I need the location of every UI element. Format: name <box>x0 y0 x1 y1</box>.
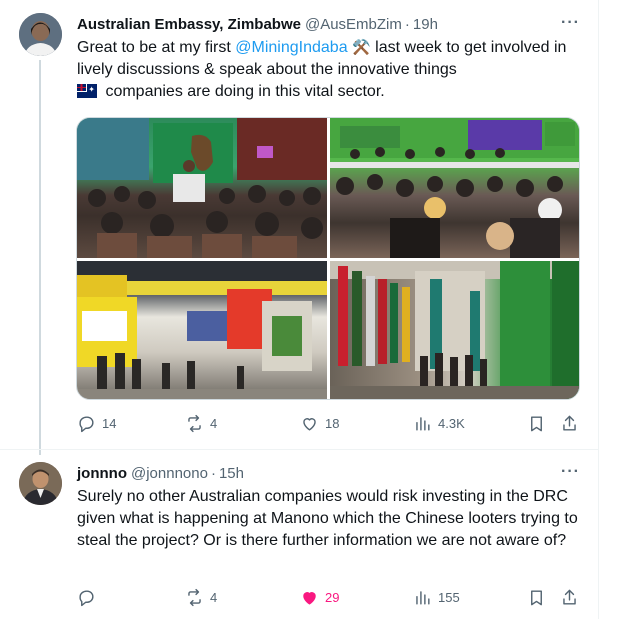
author-handle[interactable]: @jonnnono <box>131 465 208 482</box>
media-grid <box>76 117 580 400</box>
repost-icon <box>188 588 201 606</box>
mention-link[interactable]: @MiningIndaba <box>235 39 347 56</box>
views-chart-icon <box>416 590 430 605</box>
tweet-text: Surely no other Australian companies wou… <box>77 488 578 549</box>
tweet-actions: 14 4 18 4.3K <box>77 413 580 433</box>
photo-content <box>77 118 327 258</box>
photo-panel-discussion[interactable] <box>330 118 579 258</box>
more-options-icon[interactable]: ··· <box>561 14 580 32</box>
avatar[interactable] <box>19 462 62 505</box>
share-icon <box>563 589 576 605</box>
repost-button[interactable]: 4 <box>185 413 217 433</box>
photo-flags-corridor[interactable] <box>330 261 579 399</box>
views-button[interactable]: 155 <box>413 587 460 607</box>
timestamp[interactable]: 15h <box>219 465 244 482</box>
avatar-photo <box>19 13 62 56</box>
heart-filled-icon <box>303 591 316 605</box>
bookmark-icon <box>531 589 542 605</box>
photo-content <box>77 261 327 399</box>
avatar-photo <box>19 462 62 505</box>
author-name[interactable]: jonnno <box>77 465 127 482</box>
tweet-actions: 4 29 155 <box>77 587 580 607</box>
repost-count: 4 <box>210 589 218 605</box>
separator: · <box>404 15 410 33</box>
reply-count: 14 <box>102 415 117 431</box>
tweet-text: Great to be at my first @MiningIndaba ⚒️… <box>76 37 587 103</box>
repost-button[interactable]: 4 <box>185 587 217 607</box>
photo-content <box>330 261 579 399</box>
tweet-jonnno-reply[interactable]: jonnno @jonnnono · 15h ··· Surely no oth… <box>0 450 598 619</box>
repost-icon <box>188 414 201 432</box>
timeline-border <box>598 0 599 619</box>
like-button[interactable]: 18 <box>300 413 339 433</box>
text-segment: Great to be at my first <box>77 39 236 56</box>
timestamp[interactable]: 19h <box>413 16 438 33</box>
tweet-australian-embassy[interactable]: Australian Embassy, Zimbabwe @AusEmbZim … <box>0 0 598 455</box>
avatar[interactable] <box>19 13 62 56</box>
tweet-header: jonnno @jonnnono · 15h ··· <box>77 463 580 483</box>
photo-content <box>330 118 579 258</box>
reply-icon <box>79 415 94 432</box>
reply-button[interactable]: 14 <box>77 413 116 433</box>
share-button[interactable] <box>560 587 579 607</box>
separator: · <box>210 464 216 482</box>
views-chart-icon <box>416 416 430 431</box>
text-segment: companies are doing in this vital sector… <box>101 83 385 100</box>
photo-exhibition-hall[interactable] <box>77 261 327 399</box>
reply-button[interactable] <box>77 587 102 607</box>
share-button[interactable] <box>560 413 579 433</box>
reply-icon <box>79 589 94 606</box>
bookmark-button[interactable] <box>527 587 546 607</box>
like-button[interactable]: 29 <box>300 587 339 607</box>
repost-count: 4 <box>210 415 218 431</box>
like-count: 29 <box>325 589 340 605</box>
author-name[interactable]: Australian Embassy, Zimbabwe <box>77 16 301 33</box>
views-count: 4.3K <box>438 415 465 431</box>
author-handle[interactable]: @AusEmbZim <box>305 16 402 33</box>
hammer-pick-emoji: ⚒️ <box>352 39 371 56</box>
heart-icon <box>303 417 316 431</box>
more-options-icon[interactable]: ··· <box>561 463 580 481</box>
views-button[interactable]: 4.3K <box>413 413 465 433</box>
like-count: 18 <box>325 415 340 431</box>
photo-conference-stage[interactable] <box>77 118 327 258</box>
tweet-header: Australian Embassy, Zimbabwe @AusEmbZim … <box>77 14 580 34</box>
thread-line <box>39 60 41 455</box>
australia-flag-icon <box>76 83 97 98</box>
views-count: 155 <box>438 589 460 605</box>
bookmark-button[interactable] <box>527 413 546 433</box>
share-icon <box>563 415 576 431</box>
bookmark-icon <box>531 415 542 431</box>
